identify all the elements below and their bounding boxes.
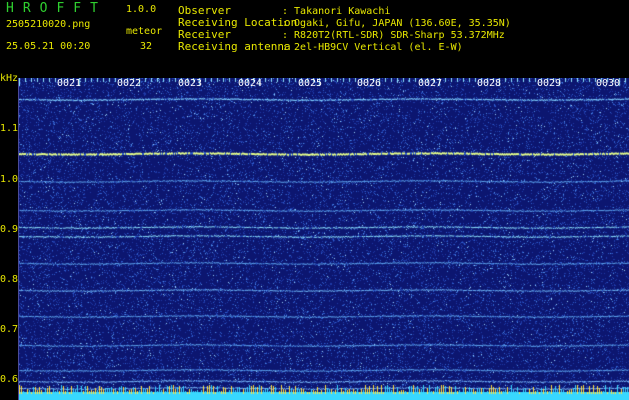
x-tick-0021: 0021 — [57, 78, 82, 89]
spectrogram-canvas — [19, 78, 629, 400]
y-tick-0-7: 0.7 — [0, 324, 19, 335]
y-tick-0-6: 0.6 — [0, 374, 19, 385]
spectrogram — [18, 78, 629, 400]
info-value-location: : Ogaki, Gifu, JAPAN (136.60E, 35.35N) — [282, 18, 511, 29]
y-tick-1-0: 1.0 — [0, 174, 19, 185]
x-tick-0030: 0030 — [596, 78, 621, 89]
info-value-receiver: : R820T2(RTL-SDR) SDR-Sharp 53.372MHz — [282, 30, 505, 41]
x-tick-0023: 0023 — [178, 78, 203, 89]
y-tick-0-9: 0.9 — [0, 224, 19, 235]
info-value-observer: : Takanori Kawachi — [282, 6, 391, 17]
y-unit-label: kHz — [0, 73, 19, 84]
meteor-label: meteor — [126, 26, 163, 37]
info-key-antenna: Receiving antenna — [178, 40, 291, 53]
y-tick-0-8: 0.8 — [0, 274, 19, 285]
x-tick-0027: 0027 — [418, 78, 443, 89]
x-tick-0024: 0024 — [238, 78, 263, 89]
info-value-antenna: : 2el-HB9CV Vertical (el. E-W) — [282, 42, 463, 53]
y-tick-1-1: 1.1 — [0, 123, 19, 134]
x-tick-0026: 0026 — [357, 78, 382, 89]
x-tick-0029: 0029 — [537, 78, 562, 89]
app-version: 1.0.0 — [126, 4, 157, 15]
x-tick-0028: 0028 — [477, 78, 502, 89]
app-title: HROFFT — [6, 1, 107, 16]
file-name: 2505210020.png — [6, 19, 91, 30]
header: HROFFT 1.0.0 2505210020.png meteor 25.05… — [0, 0, 629, 84]
x-tick-0022: 0022 — [117, 78, 142, 89]
datetime: 25.05.21 00:20 — [6, 41, 91, 52]
x-tick-0025: 0025 — [298, 78, 323, 89]
meteor-count: 32 — [140, 41, 153, 52]
